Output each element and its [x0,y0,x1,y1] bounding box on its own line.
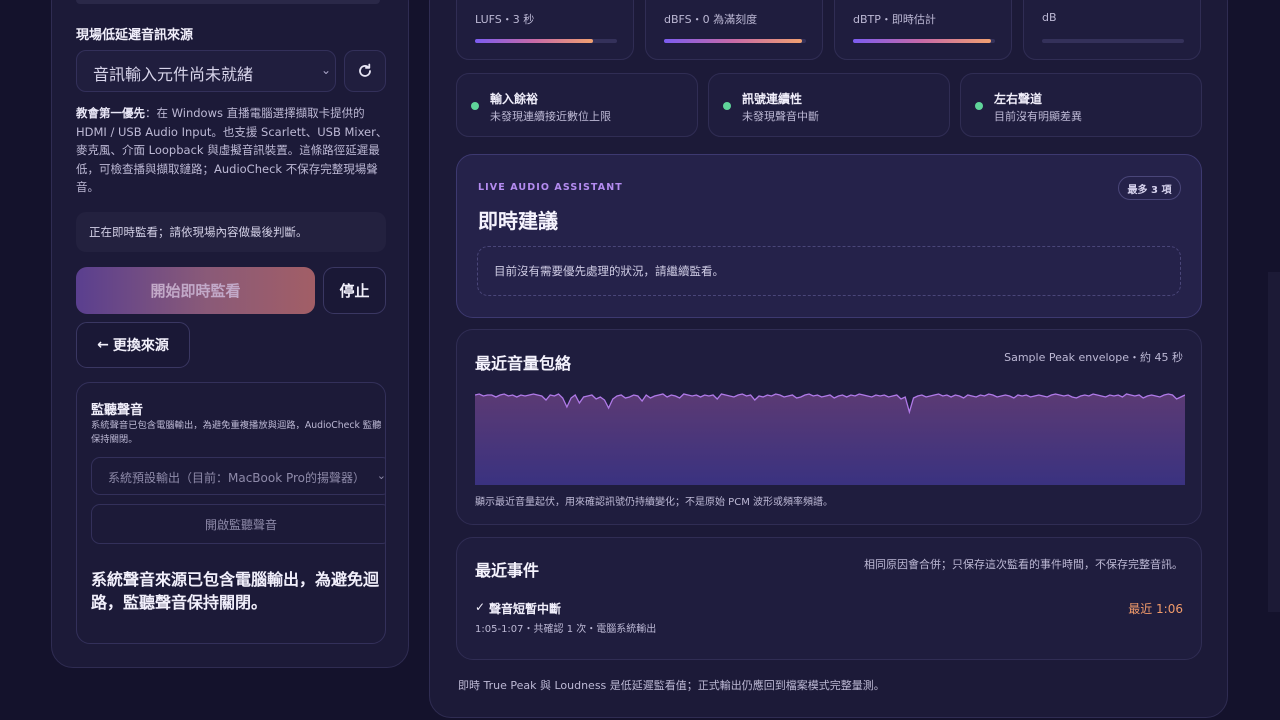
assistant-empty-state: 目前沒有需要優先處理的狀況，請繼續監看。 [477,246,1181,296]
chevron-down-icon: ⌄ [376,469,386,482]
status-card-headroom: 輸入餘裕 未發現連續接近數位上限 [456,73,698,137]
status-title: 輸入餘裕 [490,92,539,106]
refresh-icon [359,63,371,77]
events-note: 相同原因會合併；只保存這次監看的事件時間，不保存完整音訊。 [864,558,1183,571]
status-title: 左右聲道 [994,92,1043,106]
arrow-left-icon: ← [97,337,109,353]
assistant-title: 即時建議 [478,209,558,233]
status-ok-icon [723,102,731,110]
monitor-description: 系統聲音已包含電腦輸出，為避免重複播放與迴路，AudioCheck 監聽保持關閉… [91,420,382,445]
refresh-sources-button[interactable] [344,50,386,92]
events-title: 最近事件 [475,561,540,580]
help-emphasis: 教會第一優先 [76,106,145,120]
assistant-kicker: LIVE AUDIO ASSISTANT [478,182,623,193]
start-monitoring-button[interactable]: 開始即時監看 [76,267,315,314]
source-help-text: 教會第一優先：在 Windows 直播電腦選擇擷取卡提供的 HDMI / USB… [76,104,388,197]
envelope-title: 最近音量包絡 [475,354,572,373]
live-assistant-card: LIVE AUDIO ASSISTANT 即時建議 最多 3 項 目前沒有需要優… [456,154,1202,318]
status-card-stereo: 左右聲道 目前沒有明顯差異 [960,73,1202,137]
envelope-caption: 顯示最近音量起伏，用來確認訊號仍持續變化；不是原始 PCM 波形或頻率頻譜。 [475,497,833,508]
meter-label: dB [1042,11,1057,24]
status-detail: 未發現聲音中斷 [742,110,819,123]
envelope-chart [475,393,1185,485]
meter-fill [853,39,991,43]
meter-label: LUFS・3 秒 [475,13,535,26]
event-title: 聲音短暫中斷 [489,602,562,616]
audio-source-value: 音訊輸入元件尚未就緒 [93,65,254,84]
event-meta: 1:05-1:07・共確認 1 次・電腦系統輸出 [475,624,657,635]
meter-card-dbtp: dBTP・即時估計 [834,0,1012,60]
scrollbar[interactable] [1268,272,1280,612]
monitor-disabled-note: 系統聲音來源已包含電腦輸出，為避免迴路，監聽聲音保持關閉。 [91,570,380,612]
meter-card-dbfs: dBFS・0 為滿刻度 [645,0,823,60]
meter-track [853,39,995,43]
meter-track [475,39,617,43]
status-title: 訊號連續性 [742,92,803,106]
chevron-down-icon: ⌄ [320,63,331,77]
change-source-button[interactable]: ← 更換來源 [76,322,190,368]
stop-button[interactable]: 停止 [323,267,386,314]
change-source-label: 更換來源 [112,338,169,354]
footer-note: 即時 True Peak 與 Loudness 是低延遲監看值；正式輸出仍應回到… [458,679,885,692]
max-items-badge: 最多 3 項 [1118,176,1181,200]
output-device-value: 系統預設輸出（目前：MacBook Pro的揚聲器） [108,471,366,485]
meter-fill [664,39,802,43]
monitor-card: 監聽聲音 系統聲音已包含電腦輸出，為避免重複播放與迴路，AudioCheck 監… [76,382,386,644]
status-ok-icon [471,102,479,110]
check-icon: ✓ [475,600,486,614]
envelope-meta: Sample Peak envelope・約 45 秒 [1004,351,1183,364]
status-card-continuity: 訊號連續性 未發現聲音中斷 [708,73,950,137]
monitoring-status-note: 正在即時監看；請依現場內容做最後判斷。 [76,212,386,252]
meter-label: dBTP・即時估計 [853,13,936,26]
output-device-select[interactable]: 系統預設輸出（目前：MacBook Pro的揚聲器） ⌄ [91,457,386,495]
panel-top-strip [76,0,380,4]
audio-source-select[interactable]: 音訊輸入元件尚未就緒 ⌄ [76,50,336,92]
monitor-title: 監聽聲音 [91,403,144,418]
envelope-card: 最近音量包絡 Sample Peak envelope・約 45 秒 顯示最近音… [456,329,1202,525]
meter-label: dBFS・0 為滿刻度 [664,13,758,26]
status-detail: 目前沒有明顯差異 [994,110,1082,123]
meter-card-lufs: LUFS・3 秒 [456,0,634,60]
status-detail: 未發現連續接近數位上限 [490,110,611,123]
meter-track [664,39,806,43]
event-time: 最近 1:06 [1128,602,1183,616]
envelope-area [475,394,1185,485]
meter-fill [475,39,593,43]
events-card: 最近事件 相同原因會合併；只保存這次監看的事件時間，不保存完整音訊。 ✓ 聲音短… [456,537,1202,660]
open-monitor-button[interactable]: 開啟監聽聲音 [91,504,385,544]
meter-card-db: dB [1023,0,1201,60]
source-section-title: 現場低延遲音訊來源 [76,28,194,43]
meter-track [1042,39,1184,43]
status-ok-icon [975,102,983,110]
